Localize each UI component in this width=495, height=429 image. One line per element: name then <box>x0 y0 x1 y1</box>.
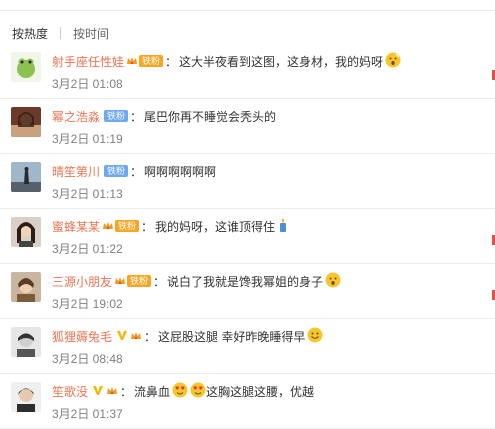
timestamp: 3月2日 01:13 <box>52 187 123 201</box>
timestamp: 3月2日 01:22 <box>52 242 123 256</box>
comment-item: 蜜蜂某某 铁粉 ： 我的妈呀，这谁顶得住 3月2日 01:22 <box>0 209 495 264</box>
yellow-v-icon <box>116 329 128 344</box>
heart-eyes-emoji-icon <box>190 382 206 401</box>
avatar[interactable] <box>11 382 41 412</box>
timestamp: 3月2日 08:48 <box>52 352 123 366</box>
comment-text: 说白了我就是馋我幂姐的身子 <box>167 274 324 289</box>
shocked-emoji-icon <box>385 52 401 71</box>
sort-divider <box>60 27 62 39</box>
username[interactable]: 三源小朋友 <box>52 273 112 290</box>
comment-list: 射手座任性娃 铁粉 ： 这大半夜看到这图，这身材，我的妈呀 3月2日 01:08 <box>0 44 495 429</box>
comment-item: 笙歌没 ： 流鼻血 这胸这腿这腰，优越 3月2日 01:37 <box>0 374 495 429</box>
comment-text: 尾巴你再不睡觉会秃头的 <box>144 109 277 124</box>
crown-level-icon[interactable] <box>102 220 114 232</box>
comment-item: 晴笙第川 铁粉 ： 啊啊啊啊啊啊 3月2日 01:13 <box>0 154 495 209</box>
comment-item: 幂之浩淼 铁粉 ： 尾巴你再不睡觉会秃头的 3月2日 01:19 <box>0 99 495 154</box>
colon: ： <box>130 109 143 124</box>
colon: ： <box>165 54 178 69</box>
top-divider <box>0 10 495 11</box>
comment-text: 这大半夜看到这图，这身材，我的妈呀 <box>179 54 384 69</box>
crown-level-icon[interactable] <box>106 385 118 397</box>
crown-level-icon[interactable] <box>114 275 126 287</box>
avatar[interactable] <box>11 107 41 137</box>
smile-emoji-icon <box>307 327 323 346</box>
candle-emoji-icon <box>277 217 289 236</box>
colon: ： <box>120 384 133 399</box>
timestamp: 3月2日 01:08 <box>52 77 123 91</box>
sort-by-time[interactable]: 按时间 <box>73 25 109 42</box>
avatar[interactable] <box>11 272 41 302</box>
colon: ： <box>130 164 143 179</box>
fan-badge[interactable]: 铁粉 <box>127 275 152 287</box>
sort-bar: 按热度 按时间 <box>12 24 109 42</box>
avatar[interactable] <box>11 327 41 357</box>
fan-badge[interactable]: 铁粉 <box>104 165 129 177</box>
heart-eyes-emoji-icon <box>172 382 188 401</box>
crown-level-icon[interactable] <box>130 330 142 342</box>
colon: ： <box>141 219 154 234</box>
fan-badge[interactable]: 铁粉 <box>115 220 140 232</box>
fan-badge[interactable]: 铁粉 <box>139 55 164 67</box>
avatar[interactable] <box>11 162 41 192</box>
timestamp: 3月2日 19:02 <box>52 297 123 311</box>
timestamp: 3月2日 01:37 <box>52 407 123 421</box>
colon: ： <box>144 329 157 344</box>
username[interactable]: 幂之浩淼 <box>52 108 100 125</box>
username[interactable]: 蜜蜂某某 <box>52 218 100 235</box>
crown-level-icon[interactable] <box>126 55 138 67</box>
shocked-emoji-icon <box>325 272 341 291</box>
username[interactable]: 笙歌没 <box>52 383 88 400</box>
comment-text-continued: 这胸这腿这腰，优越 <box>206 384 315 399</box>
fan-badge[interactable]: 铁粉 <box>104 110 129 122</box>
comment-item: 狐狸薅兔毛 ： 这屁股这腿 幸好昨晚睡得早 3月2日 08:48 <box>0 319 495 374</box>
comment-text: 流鼻血 <box>134 384 171 399</box>
username[interactable]: 狐狸薅兔毛 <box>52 328 112 345</box>
comment-item: 射手座任性娃 铁粉 ： 这大半夜看到这图，这身材，我的妈呀 3月2日 01:08 <box>0 44 495 99</box>
comment-item: 三源小朋友 铁粉 ： 说白了我就是馋我幂姐的身子 3月2日 19:02 <box>0 264 495 319</box>
comment-text: 啊啊啊啊啊啊 <box>144 164 217 179</box>
comment-text: 我的妈呀，这谁顶得住 <box>155 219 276 234</box>
sort-by-hot[interactable]: 按热度 <box>12 25 48 42</box>
comment-text: 这屁股这腿 幸好昨晚睡得早 <box>158 329 306 344</box>
timestamp: 3月2日 01:19 <box>52 132 123 146</box>
username[interactable]: 射手座任性娃 <box>52 53 124 70</box>
yellow-v-icon <box>92 384 104 399</box>
username[interactable]: 晴笙第川 <box>52 163 100 180</box>
colon: ： <box>153 274 166 289</box>
avatar[interactable] <box>11 217 41 247</box>
avatar[interactable] <box>11 52 41 82</box>
